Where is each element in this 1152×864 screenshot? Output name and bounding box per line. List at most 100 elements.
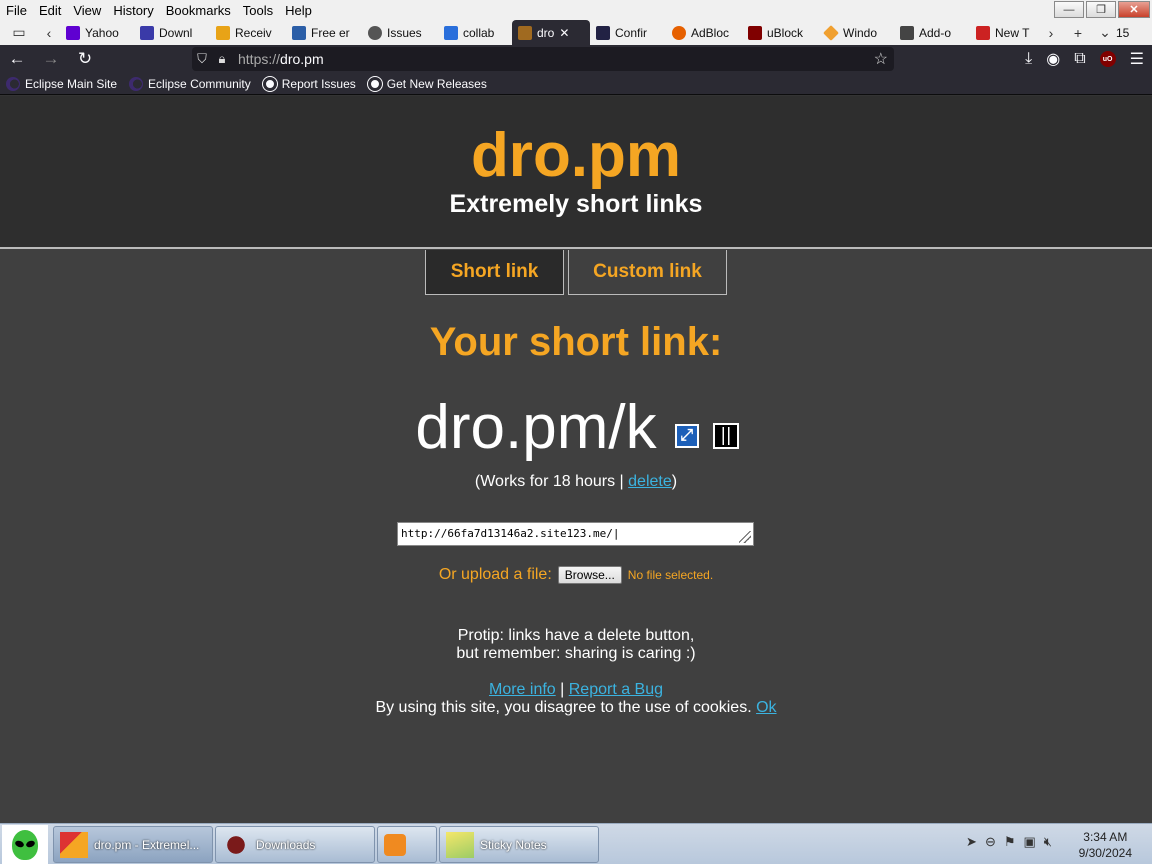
tab-label: AdBloc [691, 25, 730, 40]
tab-adblock[interactable]: AdBloc [666, 20, 742, 45]
download-favicon-icon [140, 25, 154, 40]
short-url[interactable]: dro.pm/k [415, 392, 656, 463]
open-link-icon[interactable]: ⤢ [674, 423, 699, 448]
link-type-tabs: Short link Custom link [425, 250, 727, 295]
forward-arrow-icon[interactable]: → [34, 49, 68, 69]
tab-count[interactable]: 15 [1116, 26, 1129, 40]
scroll-tabs-left-icon[interactable]: ‹ [38, 25, 60, 41]
minimize-button[interactable]: — [1054, 1, 1084, 18]
menu-bookmarks[interactable]: Bookmarks [160, 3, 237, 18]
tray-flag-icon[interactable]: ⚑ [1004, 834, 1016, 850]
tab-downloads[interactable]: Downl [134, 20, 210, 45]
tab-list-icon[interactable]: ▭ [0, 24, 38, 41]
bookmark-eclipse-main[interactable]: Eclipse Main Site [6, 76, 117, 91]
close-window-button[interactable]: ✕ [1118, 1, 1150, 18]
delete-link[interactable]: delete [628, 473, 672, 490]
restore-button[interactable]: ❐ [1086, 1, 1116, 18]
menu-help[interactable]: Help [279, 3, 318, 18]
bookmark-get-new-releases[interactable]: Get New Releases [367, 76, 487, 91]
menu-history[interactable]: History [107, 3, 159, 18]
protip-line-2: but remember: sharing is caring :) [456, 645, 696, 662]
taskbar-item-firefox[interactable]: dro.pm - Extremel... [53, 826, 213, 863]
github-icon [367, 76, 382, 91]
clock[interactable]: 3:34 AM 9/30/2024 [1079, 829, 1132, 861]
report-bug-link[interactable]: Report a Bug [569, 681, 663, 698]
menu-view[interactable]: View [67, 3, 107, 18]
yahoo-favicon-icon [66, 25, 80, 40]
tab-yahoo[interactable]: Yahoo [60, 20, 134, 45]
close-tab-icon[interactable]: ✕ [559, 26, 569, 40]
account-icon[interactable]: ◉ [1046, 49, 1060, 69]
browse-button[interactable]: Browse... [557, 566, 622, 584]
menu-file[interactable]: File [0, 3, 33, 18]
url-text[interactable]: https://dro.pm [238, 51, 324, 67]
more-info-link[interactable]: More info [489, 681, 556, 698]
tab-label: Add-o [919, 25, 952, 40]
cookie-ok-link[interactable]: Ok [756, 699, 776, 716]
qr-code-icon[interactable] [712, 422, 739, 449]
tab-free[interactable]: Free er [286, 20, 362, 45]
cookie-text: By using this site, you disagree to the … [375, 699, 757, 716]
ublock-icon[interactable]: uO [1099, 51, 1116, 67]
tab-collab[interactable]: collab [438, 20, 512, 45]
url-prefix: https:// [238, 51, 281, 67]
bookmark-eclipse-community[interactable]: Eclipse Community [129, 76, 251, 91]
tab-dro-active[interactable]: dro ✕ [512, 20, 590, 45]
free-favicon-icon [292, 25, 306, 40]
tab-new[interactable]: New T [970, 20, 1040, 45]
tab-receive[interactable]: Receiv [210, 20, 286, 45]
tab-label: uBlock [767, 25, 804, 40]
menu-edit[interactable]: Edit [33, 3, 67, 18]
menu-hamburger-icon[interactable]: ☰ [1130, 49, 1144, 69]
taskbar-item-media[interactable] [377, 826, 437, 863]
media-player-icon [384, 833, 406, 856]
tab-ublock[interactable]: uBlock [742, 20, 818, 45]
taskbar: dro.pm - Extremel... Downloads Sticky No… [0, 823, 1152, 864]
tab-label: Receiv [235, 25, 272, 40]
menu-bar: File Edit View History Bookmarks Tools H… [0, 0, 1152, 20]
bookmark-star-icon[interactable]: ☆ [874, 49, 888, 69]
tab-label: Downl [159, 25, 193, 40]
footer-links: More info | Report a Bug [0, 681, 1152, 699]
tab-issues[interactable]: Issues [362, 20, 438, 45]
taskbar-item-sticky-notes[interactable]: Sticky Notes [439, 826, 599, 863]
protip: Protip: links have a delete button, but … [0, 627, 1152, 663]
tab-label: collab [463, 25, 495, 40]
volume-muted-icon[interactable]: 🔇︎ [1044, 834, 1052, 850]
new-tab-icon[interactable]: + [1062, 25, 1094, 41]
bookmark-report-issues[interactable]: Report Issues [262, 76, 356, 91]
ublock-favicon-icon [748, 25, 762, 40]
result-heading: Your short link: [429, 320, 723, 364]
back-arrow-icon[interactable]: ← [0, 49, 34, 69]
tab-addons[interactable]: Add-o [894, 20, 970, 45]
tray-minus-icon[interactable]: ⊖ [985, 834, 996, 850]
chevron-down-icon[interactable]: ⌄ [1094, 24, 1116, 41]
extensions-icon[interactable]: ⧉ [1074, 50, 1085, 68]
reload-icon[interactable]: ↻ [68, 49, 102, 69]
puzzle-favicon-icon [900, 25, 914, 40]
network-icon[interactable]: ▣ [1024, 834, 1036, 850]
eclipse-icon [129, 76, 144, 91]
taskbar-item-downloads[interactable]: Downloads [215, 826, 375, 863]
taskbar-item-label: Sticky Notes [480, 837, 547, 852]
tab-short-link[interactable]: Short link [425, 250, 564, 295]
shield-icon[interactable]: ⛉ [192, 51, 212, 67]
tab-custom-link[interactable]: Custom link [568, 250, 727, 295]
no-file-text: No file selected. [627, 568, 714, 582]
lock-icon[interactable]: 🔒︎ [212, 51, 232, 67]
toolbar-right: ⤓ ◉ ⧉ uO ☰ [1025, 49, 1144, 69]
firefox-favicon-icon [672, 25, 686, 40]
url-bar[interactable]: ⛉ 🔒︎ https://dro.pm ☆ [192, 47, 894, 71]
tab-confirm[interactable]: Confir [590, 20, 666, 45]
tab-label: New T [995, 25, 1030, 40]
clock-time: 3:34 AM [1083, 830, 1128, 844]
resize-grip-icon[interactable] [739, 531, 751, 543]
long-url-textarea[interactable]: http://66fa7d13146a2.site123.me/| [397, 522, 754, 546]
site-logo[interactable]: dro.pm [0, 120, 1152, 191]
start-button[interactable] [2, 825, 48, 864]
scroll-tabs-right-icon[interactable]: › [1040, 25, 1062, 41]
menu-tools[interactable]: Tools [237, 3, 279, 18]
tab-strip: ▭ ‹ Yahoo Downl Receiv Free er Issues co… [0, 20, 1152, 45]
download-icon[interactable]: ⤓ [1025, 50, 1032, 68]
tab-windows[interactable]: Windo [818, 20, 894, 45]
